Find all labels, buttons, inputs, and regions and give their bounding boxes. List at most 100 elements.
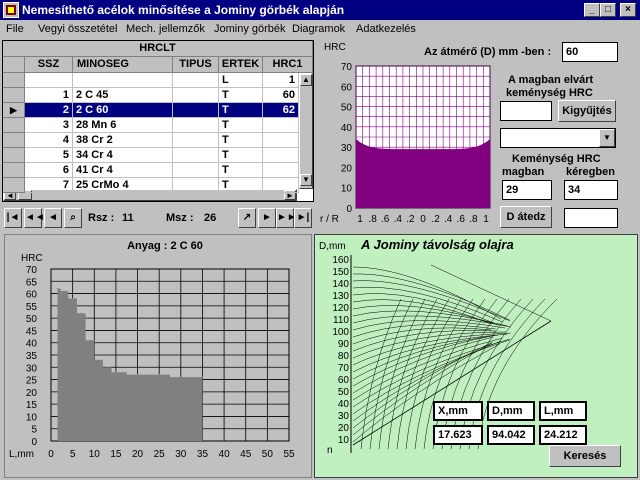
profile-ytick: 30	[341, 143, 353, 154]
menu-mech[interactable]: Mech. jellemzők	[126, 23, 205, 35]
profile-xlabel: r / R	[320, 214, 339, 225]
nav-last-button[interactable]: ►|	[294, 208, 312, 228]
rsz-value: 11	[122, 212, 134, 224]
menu-jominy[interactable]: Jominy görbék	[214, 23, 286, 35]
grid-cell-hrc1[interactable]: 62	[263, 103, 299, 118]
grid-cell-ssz[interactable]: 6	[25, 163, 73, 178]
grid-cell-tipus[interactable]	[173, 163, 219, 178]
grid-cell-ssz[interactable]: 7	[25, 178, 73, 193]
grid-cell-tipus[interactable]	[173, 178, 219, 193]
kigyujtes-button[interactable]: Kigyűjtés	[558, 100, 616, 122]
vertical-scrollbar[interactable]: ▲ ▼	[299, 73, 313, 189]
close-button[interactable]: ×	[620, 3, 636, 17]
grid-cell-tipus[interactable]	[173, 133, 219, 148]
minimize-button[interactable]: _	[584, 3, 600, 17]
grid-cell-ssz[interactable]	[25, 73, 73, 88]
scroll-up-button[interactable]: ▲	[300, 74, 312, 86]
chart-xtick: 0	[48, 449, 54, 460]
profile-xtick: 0	[420, 214, 426, 225]
row-indicator[interactable]	[3, 133, 25, 148]
col-minoseg[interactable]: MINOSEG	[73, 57, 173, 73]
grid-cell-ertek[interactable]: T	[219, 88, 263, 103]
row-indicator[interactable]	[3, 148, 25, 163]
col-ertek[interactable]: ERTEK	[219, 57, 263, 73]
nav-prev-button[interactable]: ◄	[44, 208, 62, 228]
surface-hardness-field[interactable]: 34	[564, 180, 618, 200]
maximize-button[interactable]: □	[600, 3, 616, 17]
grid-cell-ertek[interactable]: L	[219, 73, 263, 88]
profile-ylabel: HRC	[324, 42, 346, 53]
grid-cell-tipus[interactable]	[173, 118, 219, 133]
menu-adatkezeles[interactable]: Adatkezelés	[356, 23, 416, 35]
grid-cell-minoseg[interactable]	[73, 73, 173, 88]
grid-cell-ssz[interactable]: 1	[25, 88, 73, 103]
profile-xtick: 1	[357, 214, 363, 225]
grid-cell-ssz[interactable]: 4	[25, 133, 73, 148]
row-indicator[interactable]: ▶	[3, 103, 25, 118]
row-indicator[interactable]	[3, 73, 25, 88]
scroll-down-button[interactable]: ▼	[300, 174, 312, 186]
grid-cell-hrc1[interactable]: 1	[263, 73, 299, 88]
chart-ytick: 55	[26, 302, 38, 313]
chart-ytick: 65	[26, 277, 38, 288]
grid-cell-ertek[interactable]: T	[219, 148, 263, 163]
menu-file[interactable]: File	[6, 23, 24, 35]
grid-cell-ssz[interactable]: 2	[25, 103, 73, 118]
grid-cell-ertek[interactable]: T	[219, 103, 263, 118]
nav-next-button[interactable]: ►	[258, 208, 276, 228]
grid-cell-minoseg[interactable]: 34 Cr 4	[73, 148, 173, 163]
col-ssz[interactable]: SSZ	[25, 57, 73, 73]
row-indicator[interactable]	[3, 88, 25, 103]
profile-xtick: 1	[483, 214, 489, 225]
nav-next-page-button[interactable]: ►►	[276, 208, 297, 228]
col-hrc1[interactable]: HRC1	[263, 57, 313, 73]
nav-first-button[interactable]: |◄	[4, 208, 22, 228]
grid-cell-hrc1[interactable]	[263, 163, 299, 178]
atedz-value-field[interactable]	[564, 208, 618, 228]
dropdown-arrow-icon[interactable]: ▼	[599, 129, 615, 147]
grid-cell-tipus[interactable]	[173, 88, 219, 103]
diameter-input[interactable]: 60	[562, 42, 618, 62]
grid-cell-tipus[interactable]	[173, 148, 219, 163]
grid-cell-hrc1[interactable]: 60	[263, 88, 299, 103]
grid-cell-ertek[interactable]: T	[219, 118, 263, 133]
diagram-ytick: 110	[333, 315, 349, 326]
grid-cell-hrc1[interactable]	[263, 133, 299, 148]
grid-cell-tipus[interactable]	[173, 103, 219, 118]
core-hardness-field[interactable]: 29	[502, 180, 552, 200]
menu-diagramok[interactable]: Diagramok	[292, 23, 345, 35]
d-mm-value: 94.042	[487, 425, 535, 445]
nav-goto-button[interactable]: ↗	[238, 208, 256, 228]
kereses-button[interactable]: Keresés	[549, 445, 621, 467]
data-grid[interactable]: HRCLT SSZ MINOSEG TIPUS ERTEK HRC1 ◄ ► ▲…	[2, 40, 314, 202]
grid-cell-minoseg[interactable]: 38 Cr 2	[73, 133, 173, 148]
grid-cell-ertek[interactable]: T	[219, 163, 263, 178]
col-tipus[interactable]: TIPUS	[173, 57, 219, 73]
nav-search-button[interactable]: ⌕	[64, 208, 82, 228]
d-atedz-button[interactable]: D átedz	[500, 206, 552, 228]
row-indicator[interactable]	[3, 163, 25, 178]
grid-cell-minoseg[interactable]: 41 Cr 4	[73, 163, 173, 178]
expected-hrc-input[interactable]	[500, 101, 552, 121]
grid-cell-minoseg[interactable]: 28 Mn 6	[73, 118, 173, 133]
grid-cell-minoseg[interactable]: 2 C 60	[73, 103, 173, 118]
material-dropdown[interactable]: ▼	[500, 128, 616, 148]
chart-title: Anyag : 2 C 60	[127, 240, 203, 252]
title-bar: Nemesíthető acélok minősítése a Jominy g…	[0, 0, 640, 20]
grid-cell-minoseg[interactable]: 25 CrMo 4	[73, 178, 173, 193]
row-indicator[interactable]	[3, 178, 25, 193]
grid-cell-hrc1[interactable]	[263, 178, 299, 193]
menu-vegyi[interactable]: Vegyi összetétel	[38, 23, 118, 35]
app-icon[interactable]	[3, 2, 19, 18]
grid-cell-hrc1[interactable]	[263, 118, 299, 133]
grid-cell-ssz[interactable]: 3	[25, 118, 73, 133]
grid-cell-ssz[interactable]: 5	[25, 148, 73, 163]
grid-cell-minoseg[interactable]: 2 C 45	[73, 88, 173, 103]
x-mm-label: X,mm	[433, 401, 483, 421]
grid-cell-ertek[interactable]: T	[219, 178, 263, 193]
grid-cell-hrc1[interactable]	[263, 148, 299, 163]
grid-cell-ertek[interactable]: T	[219, 133, 263, 148]
row-indicator[interactable]	[3, 118, 25, 133]
grid-cell-tipus[interactable]	[173, 73, 219, 88]
nav-prev-page-button[interactable]: ◄◄	[24, 208, 45, 228]
